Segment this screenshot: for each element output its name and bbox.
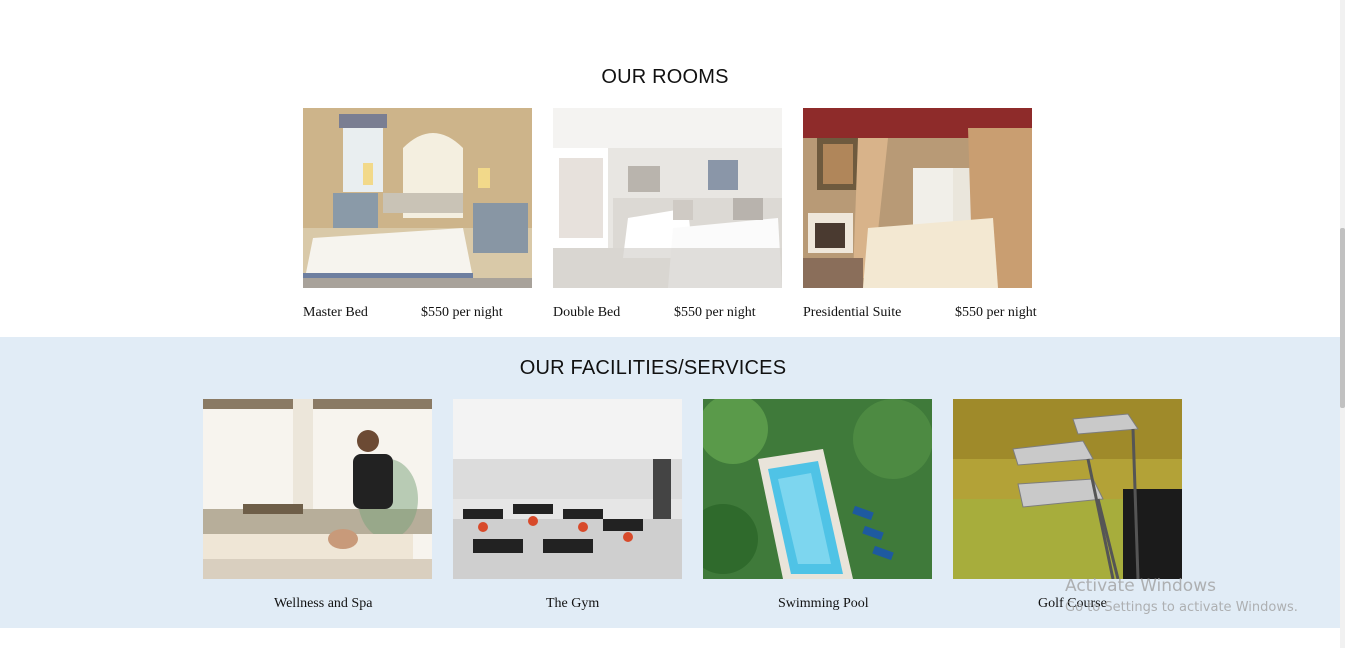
rooms-section-title: OUR ROOMS — [601, 66, 729, 88]
room-price-presidential-suite: $550 per night — [955, 305, 1037, 320]
double-bed-image[interactable] — [553, 108, 782, 288]
swimming-pool-image[interactable] — [703, 399, 932, 579]
presidential-suite-photo — [803, 108, 1032, 288]
swimming-pool-photo — [703, 399, 932, 579]
room-price-double-bed: $550 per night — [674, 305, 756, 320]
facility-name-gym: The Gym — [546, 596, 600, 611]
facility-name-pool: Swimming Pool — [778, 596, 869, 611]
gym-image[interactable] — [453, 399, 682, 579]
golf-course-image[interactable] — [953, 399, 1182, 579]
facility-name-spa: Wellness and Spa — [274, 596, 373, 611]
scrollbar-thumb[interactable] — [1340, 228, 1345, 408]
activate-windows-hint: Go to Settings to activate Windows. — [1065, 600, 1298, 615]
facilities-section-title: OUR FACILITIES/SERVICES — [519, 357, 787, 379]
room-name-master-bed: Master Bed — [303, 305, 368, 320]
golf-course-photo — [953, 399, 1182, 579]
double-bed-photo — [553, 108, 782, 288]
page: OUR ROOMS Master Bed $550 per night Doub… — [0, 0, 1340, 648]
vertical-scrollbar[interactable] — [1340, 0, 1345, 648]
activate-windows-watermark: Activate Windows — [1065, 576, 1216, 596]
room-price-master-bed: $550 per night — [421, 305, 503, 320]
wellness-spa-photo — [203, 399, 432, 579]
room-name-double-bed: Double Bed — [553, 305, 621, 320]
gym-photo — [453, 399, 682, 579]
presidential-suite-image[interactable] — [803, 108, 1032, 288]
wellness-spa-image[interactable] — [203, 399, 432, 579]
master-bed-photo — [303, 108, 532, 288]
master-bed-image[interactable] — [303, 108, 532, 288]
room-name-presidential-suite: Presidential Suite — [803, 305, 902, 320]
